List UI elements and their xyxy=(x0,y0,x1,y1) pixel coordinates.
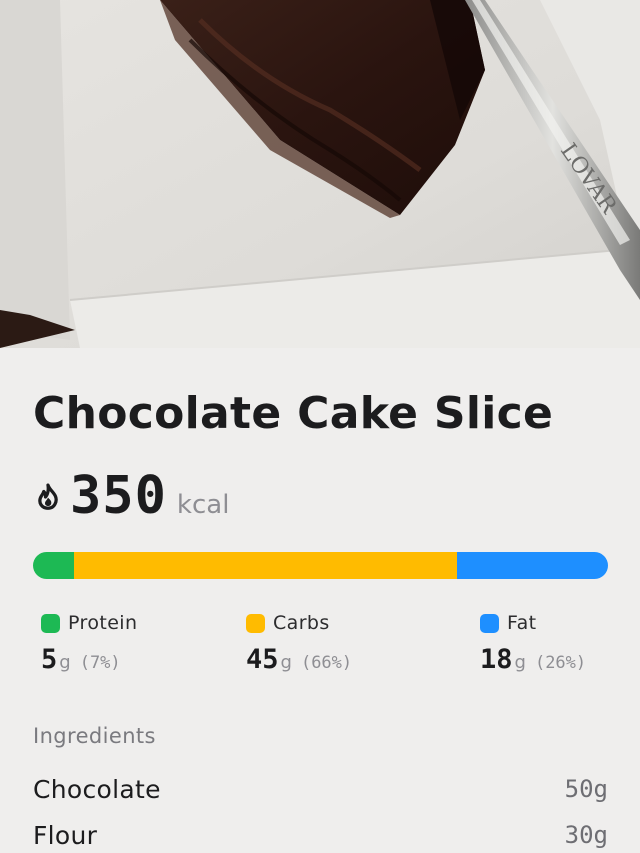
macro-value: 18 xyxy=(480,644,513,675)
ingredient-name: Chocolate xyxy=(33,774,161,804)
flame-icon xyxy=(38,483,58,510)
macro-unit: g xyxy=(280,652,292,673)
macro-carbs: Carbs 45 g (66%) xyxy=(246,610,352,675)
macro-bar-segment-protein xyxy=(33,552,74,579)
food-photo: LOVAR xyxy=(0,0,640,348)
macro-value: 5 xyxy=(41,644,58,675)
macro-bar-segment-carbs xyxy=(73,552,457,579)
ingredient-name: Flour xyxy=(33,820,98,850)
macro-value: 45 xyxy=(246,644,279,675)
macro-distribution-bar xyxy=(33,552,608,579)
macro-label: Protein xyxy=(68,612,138,634)
macro-unit: g xyxy=(59,652,71,673)
ingredient-amount: 50g xyxy=(564,775,608,803)
food-title: Chocolate Cake Slice xyxy=(33,388,554,439)
calories-row: 350 kcal xyxy=(33,466,229,526)
ingredient-amount: 30g xyxy=(564,821,608,849)
macro-percent: (66%) xyxy=(300,653,353,673)
ingredient-row[interactable]: Flour 30g xyxy=(33,812,608,853)
ingredient-row[interactable]: Chocolate 50g xyxy=(33,766,608,812)
calories-unit: kcal xyxy=(176,490,230,520)
protein-color-dot xyxy=(41,613,60,633)
macro-unit: g xyxy=(514,652,526,673)
macro-percent: (7%) xyxy=(79,653,121,673)
fat-color-dot xyxy=(480,613,499,633)
nutrition-card: Chocolate Cake Slice 350 kcal Protein 5 … xyxy=(0,348,640,853)
ingredients-list: Chocolate 50g Flour 30g xyxy=(33,766,608,853)
carbs-color-dot xyxy=(246,613,265,633)
macro-fat: Fat 18 g (26%) xyxy=(480,610,586,675)
macro-protein: Protein 5 g (7%) xyxy=(41,610,137,675)
calories-value: 350 xyxy=(70,466,167,526)
ingredients-heading: Ingredients xyxy=(33,724,156,748)
macro-bar-segment-fat xyxy=(456,552,608,579)
macro-percent: (26%) xyxy=(534,653,587,673)
macros-breakdown: Protein 5 g (7%) Carbs 45 g (66%) Fat 18… xyxy=(0,610,640,680)
macro-label: Fat xyxy=(507,612,537,634)
macro-label: Carbs xyxy=(273,612,330,634)
